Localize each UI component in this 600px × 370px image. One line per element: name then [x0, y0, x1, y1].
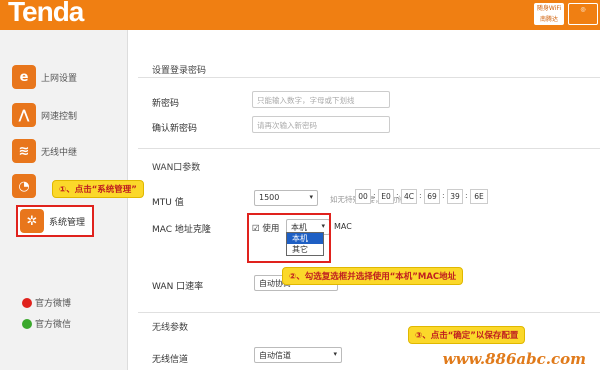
mac-octet-1[interactable]: 00 [355, 189, 371, 204]
sidebar-item-label: 网速控制 [41, 111, 78, 122]
weibo-icon [22, 297, 32, 308]
mtu-select[interactable]: 1500 ▾ [254, 190, 318, 206]
sidebar-item-label: 系统管理 [49, 217, 86, 228]
channel-value: 自动信道 [259, 351, 291, 360]
sidebar-item-repeater[interactable]: ≋ 无线中继 [12, 137, 117, 165]
annotation-step-1: ①、点击“系统管理” [52, 180, 144, 198]
tenda-logo: Tenda [8, 0, 84, 27]
chevron-down-icon: ▾ [333, 350, 337, 358]
mac-colon: : [419, 191, 422, 200]
new-password-field[interactable]: 只能输入数字，字母或下划线 [252, 91, 390, 108]
channel-select[interactable]: 自动信道 ▾ [254, 347, 342, 363]
divider [138, 77, 600, 78]
wechat-label: 官方微信 [35, 320, 72, 330]
brand-badge: ◎ [568, 3, 598, 25]
mac-colon: : [442, 191, 445, 200]
mac-clone-label: MAC 地址克隆 [152, 225, 211, 235]
sidebar-item-speed[interactable]: ⋀ 网速控制 [12, 101, 117, 129]
annotation-step-3: ③、点击“确定”以保存配置 [408, 326, 526, 344]
mac-octet-4[interactable]: 69 [424, 189, 440, 204]
wireless-icon: ≋ [12, 139, 36, 163]
weibo-link[interactable]: 官方微博 [22, 296, 71, 309]
mac-colon: : [373, 191, 376, 200]
wifi-badge: 随身WiFi 南腾达 [534, 3, 564, 25]
wan-section-title: WAN口参数 [152, 163, 201, 173]
mac-octet-3[interactable]: 4C [401, 189, 417, 204]
confirm-password-label: 确认新密码 [152, 124, 198, 134]
wechat-link[interactable]: 官方微信 [22, 317, 71, 330]
chevron-down-icon: ▾ [309, 193, 313, 201]
new-password-label: 新密码 [152, 99, 180, 109]
speed-icon: ⋀ [12, 103, 36, 127]
mac-octet-5[interactable]: 39 [447, 189, 463, 204]
annotation-step-2: ②、勾选复选框并选择使用“本机”MAC地址 [282, 267, 464, 285]
sidebar: e 上网设置 ⋀ 网速控制 ≋ 无线中继 ◔ ✲ 系统管理 官方微博 官方微信 [0, 30, 128, 370]
watermark: www.886abc.com [442, 350, 586, 368]
top-header: Tenda 随身WiFi 南腾达 ◎ [0, 0, 600, 30]
clock-icon: ◔ [12, 174, 36, 198]
confirm-password-field[interactable]: 请再次输入新密码 [252, 116, 390, 133]
mac-colon: : [396, 191, 399, 200]
mtu-value: 1500 [259, 193, 280, 202]
divider [138, 148, 600, 149]
mac-octet-6[interactable]: 6E [470, 189, 488, 204]
mtu-label: MTU 值 [152, 198, 184, 208]
sidebar-item-internet[interactable]: e 上网设置 [12, 63, 117, 91]
sidebar-item-system[interactable]: ✲ 系统管理 [16, 205, 94, 237]
sidebar-item-label: 无线中继 [41, 147, 78, 158]
wireless-section-title: 无线参数 [152, 323, 189, 333]
divider [138, 312, 600, 313]
mac-octet-2[interactable]: E0 [378, 189, 394, 204]
wan-speed-label: WAN 口速率 [152, 282, 204, 292]
highlight-box [247, 213, 331, 263]
sidebar-item-label: 上网设置 [41, 73, 78, 84]
login-section-title: 设置登录密码 [152, 66, 207, 76]
gear-icon: ✲ [20, 209, 44, 233]
mac-colon: : [465, 191, 468, 200]
channel-label: 无线信道 [152, 355, 189, 365]
wechat-icon [22, 318, 32, 329]
internet-icon: e [12, 65, 36, 89]
weibo-label: 官方微博 [35, 299, 72, 309]
mac-prefix: MAC [334, 222, 352, 231]
